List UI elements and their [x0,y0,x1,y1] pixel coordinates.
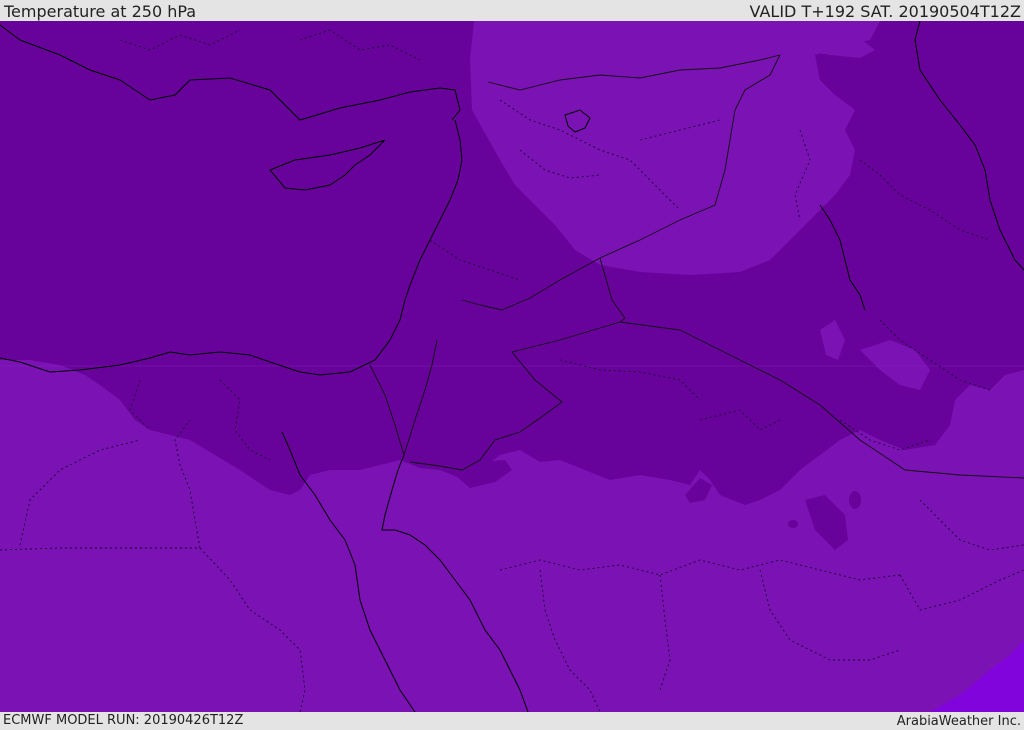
footer-bar: ECMWF MODEL RUN: 20190426T12Z ArabiaWeat… [0,712,1024,729]
map-title: Temperature at 250 hPa [4,2,197,21]
credit-text: ArabiaWeather Inc. [896,714,1021,729]
temperature-field-cold-patch [849,491,861,509]
model-run: ECMWF MODEL RUN: 20190426T12Z [3,713,244,728]
temperature-map [0,21,1024,712]
temperature-field-cold-patch [788,520,798,528]
valid-time: VALID T+192 SAT. 20190504T12Z [749,2,1021,21]
header-bar: Temperature at 250 hPa VALID T+192 SAT. … [0,0,1024,21]
